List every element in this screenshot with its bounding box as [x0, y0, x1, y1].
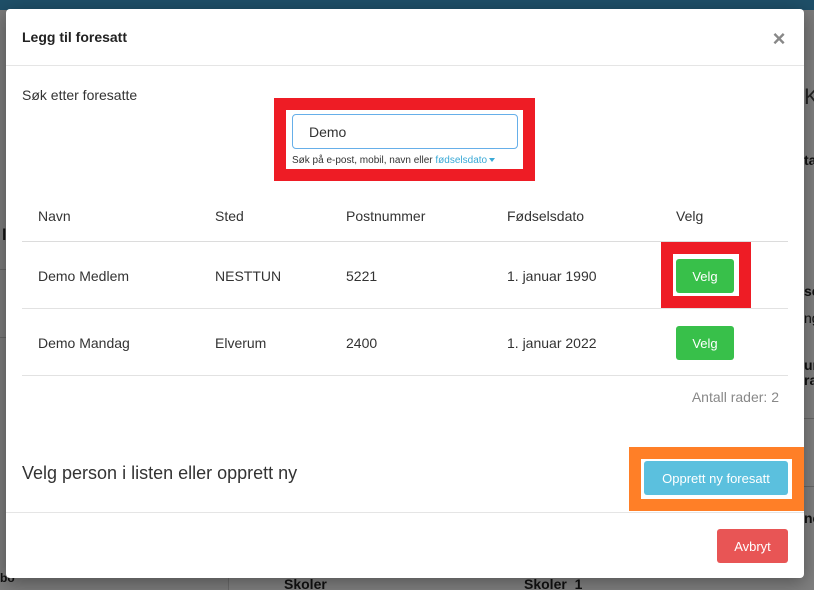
column-header-navn: Navn — [38, 208, 71, 224]
add-guardian-modal: Legg til foresatt × Søk etter foresatte … — [6, 9, 804, 578]
background-text: ng — [804, 310, 814, 326]
search-label: Søk etter foresatte — [22, 87, 138, 103]
cell-fodselsdato: 1. januar 2022 — [507, 335, 597, 351]
background-text: Skoler — [284, 576, 327, 590]
cell-sted: NESTTUN — [215, 268, 282, 284]
cell-sted: Elverum — [215, 335, 267, 351]
search-hint-text: Søk på e-post, mobil, navn eller — [292, 155, 433, 166]
background-text: ne — [804, 510, 814, 526]
cell-fodselsdato: 1. januar 1990 — [507, 268, 597, 284]
background-text: Skoler_1 — [524, 576, 583, 590]
column-header-postnummer: Postnummer — [346, 208, 426, 224]
background-text: K — [804, 84, 814, 109]
column-header-fodselsdato: Fødselsdato — [507, 208, 585, 224]
velg-button-row-1[interactable]: Velg — [676, 259, 734, 293]
birthdate-filter-link[interactable]: fødselsdato — [435, 155, 487, 166]
create-guardian-button[interactable]: Opprett ny foresatt — [644, 461, 788, 495]
search-hint: Søk på e-post, mobil, navn eller fødsels… — [292, 155, 496, 166]
velg-button-row-2[interactable]: Velg — [676, 326, 734, 360]
background-text: ra — [804, 372, 814, 388]
cell-postnummer: 2400 — [346, 335, 378, 351]
modal-footer-divider — [6, 512, 804, 513]
table-header-row: Navn Sted Postnummer Fødselsdato Velg — [22, 192, 788, 242]
background-text: ur — [804, 357, 814, 373]
column-header-sted: Sted — [215, 208, 244, 224]
cell-navn: Demo Medlem — [38, 268, 130, 284]
search-input[interactable] — [292, 114, 518, 149]
background-text: se — [804, 283, 814, 299]
row-count: Antall rader: 2 — [691, 389, 779, 405]
table-row: Demo Mandag Elverum 2400 1. januar 2022 — [22, 309, 788, 376]
background-text: ta — [804, 152, 814, 168]
cancel-button[interactable]: Avbryt — [717, 529, 788, 563]
column-header-velg: Velg — [676, 208, 704, 224]
modal-title: Legg til foresatt — [22, 29, 128, 45]
background-divider — [804, 486, 814, 487]
cell-postnummer: 5221 — [346, 268, 378, 284]
background-divider — [804, 418, 814, 419]
instruction-text: Velg person i listen eller opprett ny — [22, 463, 298, 483]
caret-down-icon[interactable] — [489, 158, 496, 163]
close-icon[interactable]: × — [768, 27, 790, 51]
cell-navn: Demo Mandag — [38, 335, 130, 351]
modal-header: Legg til foresatt × — [6, 9, 804, 66]
